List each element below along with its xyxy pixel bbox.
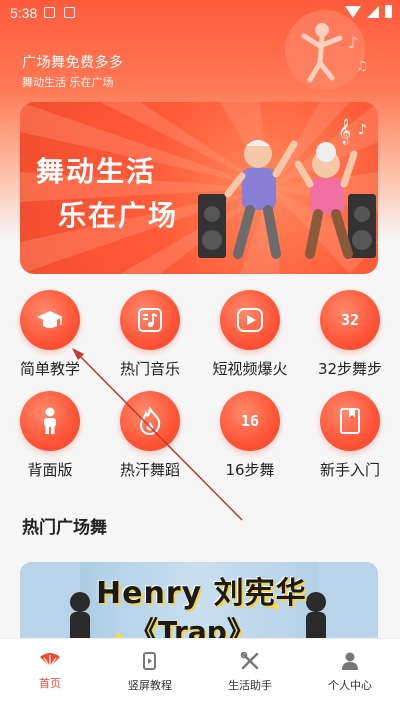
flame-icon — [139, 406, 161, 436]
tab-profile[interactable]: 个人中心 — [300, 639, 400, 712]
svg-text:♪: ♪ — [348, 33, 358, 52]
book-icon — [340, 408, 360, 434]
category-hot-music[interactable]: 热门音乐 — [100, 290, 200, 379]
user-icon — [342, 652, 358, 670]
category-icon-circle — [20, 391, 80, 451]
bottom-tab-bar: 首页 竖屏教程 生活助手 个人中心 — [0, 638, 400, 712]
category-grid: 简单教学 热门音乐 短视频爆火 32 32步舞步 背面版 热汗舞蹈 16 16步… — [0, 290, 400, 480]
tools-icon — [240, 651, 259, 670]
category-back-view[interactable]: 背面版 — [0, 391, 100, 480]
category-icon-circle — [120, 290, 180, 350]
tab-label: 竖屏教程 — [128, 679, 172, 692]
category-label: 热汗舞蹈 — [119, 461, 180, 479]
category-icon-circle — [20, 290, 80, 350]
tab-label: 首页 — [39, 677, 61, 690]
app-subtitle: 舞动生活 乐在广场 — [22, 76, 114, 89]
category-label: 32步舞步 — [317, 360, 383, 378]
section-title: 热门广场舞 — [22, 518, 107, 538]
category-label: 热门音乐 — [119, 360, 180, 378]
category-icon-circle — [120, 391, 180, 451]
music-note-icon — [138, 308, 162, 332]
category-sweat-dance[interactable]: 热汗舞蹈 — [100, 391, 200, 480]
category-icon-circle — [320, 391, 380, 451]
banner-headline-2: 乐在广场 — [58, 199, 179, 232]
category-32-steps[interactable]: 32 32步舞步 — [300, 290, 400, 379]
category-label: 背面版 — [27, 461, 73, 479]
banner-headline-1: 舞动生活 — [36, 155, 157, 188]
category-label: 短视频爆火 — [212, 360, 288, 378]
phone-rotate-icon — [143, 652, 156, 670]
svg-text:♫: ♫ — [356, 59, 368, 74]
person-icon — [44, 407, 56, 434]
graduation-cap-icon — [37, 311, 63, 328]
dancing-couple-illustration: 𝄞 ♪ — [198, 118, 376, 259]
category-short-video[interactable]: 短视频爆火 — [200, 290, 300, 379]
category-16-steps[interactable]: 16 16步舞 — [200, 391, 300, 480]
app-notification-icon — [64, 7, 75, 18]
image-notification-icon — [44, 7, 55, 18]
app-title: 广场舞免费多多 — [22, 55, 124, 71]
category-icon-circle: 16 — [220, 391, 280, 451]
home-fan-icon — [40, 653, 60, 668]
number-16-icon: 16 — [240, 412, 260, 430]
tab-label: 个人中心 — [328, 679, 372, 692]
category-beginner[interactable]: 新手入门 — [300, 391, 400, 480]
tab-life-assistant[interactable]: 生活助手 — [200, 639, 300, 712]
category-icon-circle — [220, 290, 280, 350]
svg-text:𝄞: 𝄞 — [338, 118, 351, 144]
category-icon-circle: 32 — [320, 290, 380, 350]
promo-banner[interactable]: 舞动生活 乐在广场 𝄞 ♪ — [20, 102, 378, 274]
tab-portrait-tutorial[interactable]: 竖屏教程 — [100, 639, 200, 712]
number-32-icon: 32 — [340, 311, 360, 329]
category-label: 16步舞 — [225, 461, 275, 479]
play-icon — [237, 308, 263, 332]
tab-home[interactable]: 首页 — [0, 639, 100, 712]
category-label: 新手入门 — [319, 461, 380, 479]
category-label: 简单教学 — [19, 360, 80, 378]
category-simple-teaching[interactable]: 简单教学 — [0, 290, 100, 379]
dancer-decoration-icon: ♪ ♫ — [285, 10, 368, 90]
svg-text:♪: ♪ — [358, 122, 367, 138]
tab-label: 生活助手 — [228, 679, 272, 692]
status-time: 5:38 — [10, 5, 38, 21]
battery-icon — [385, 5, 392, 18]
video-title-artist: Henry 刘宪华 — [96, 576, 307, 611]
